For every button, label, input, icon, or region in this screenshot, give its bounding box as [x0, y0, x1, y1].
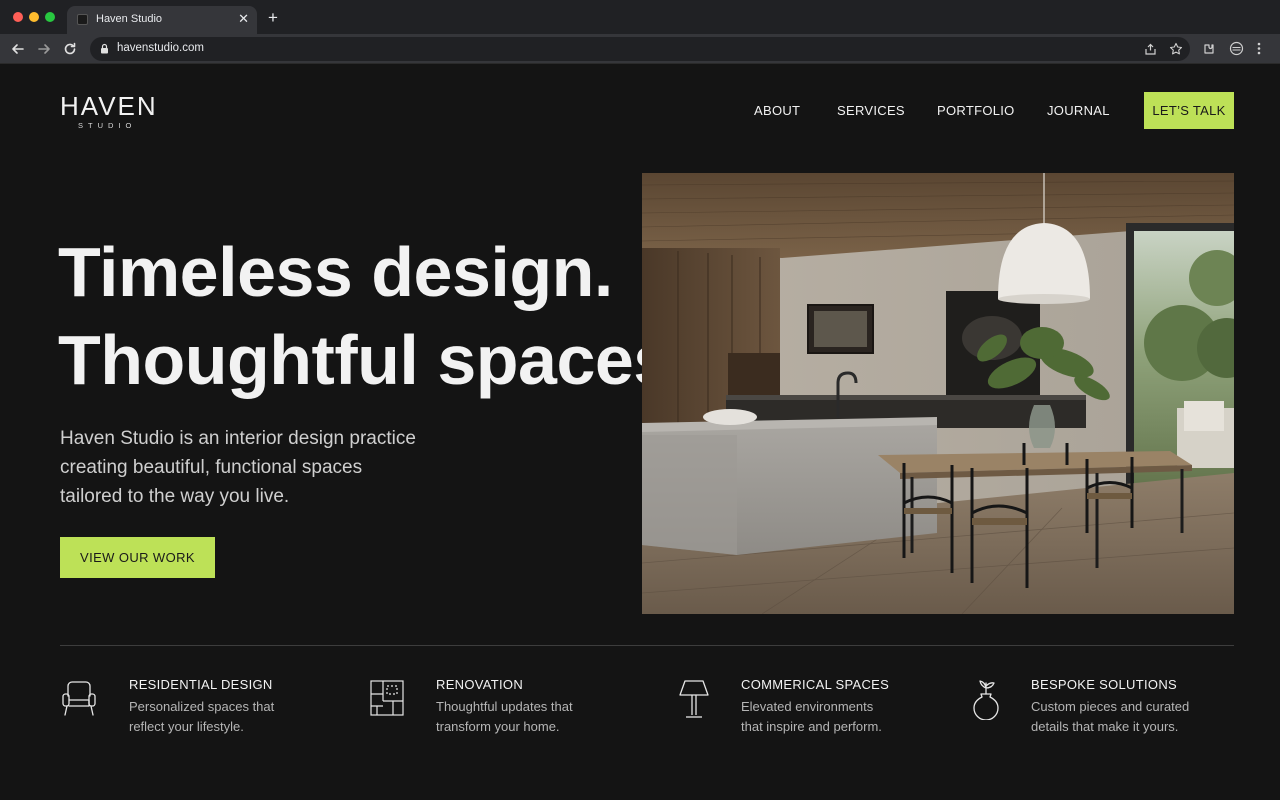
feature-title: RESIDENTIAL DESIGN: [129, 677, 273, 692]
logo-wordmark: HAVEN: [60, 91, 158, 121]
floorplan-icon: [370, 680, 404, 716]
url-text: havenstudio.com: [117, 42, 204, 54]
forward-arrow-icon[interactable]: [35, 40, 53, 58]
armchair-icon: [62, 681, 96, 716]
site-favicon-icon: [77, 14, 88, 25]
feature-desc-line: Custom pieces and curated: [1031, 699, 1190, 714]
back-arrow-icon[interactable]: [9, 40, 27, 58]
nav-services[interactable]: SERVICES: [837, 103, 905, 119]
feature-description: Personalized spaces that reflect your li…: [129, 697, 339, 737]
intro-line: creating beautiful, functional spaces: [60, 457, 363, 478]
profile-icon[interactable]: [1229, 41, 1244, 56]
hero-headline-line-2: Thoughtful spaces.: [58, 321, 691, 399]
feature-desc-line: Thoughtful updates that: [436, 699, 573, 714]
lets-talk-button[interactable]: LET’S TALK: [1144, 92, 1234, 129]
nav-portfolio[interactable]: PORTFOLIO: [937, 103, 1015, 119]
interior-illustration: [642, 173, 1234, 614]
hero-intro: Haven Studio is an interior design pract…: [60, 424, 440, 511]
feature-description: Thoughtful updates that transform your h…: [436, 697, 646, 737]
feature-desc-line: reflect your lifestyle.: [129, 719, 244, 734]
browser-tab[interactable]: Haven Studio ✕: [67, 6, 257, 34]
minimize-window-button[interactable]: [29, 12, 39, 22]
hero-interior-photo: [642, 173, 1234, 614]
hero-headline-line-1: Timeless design.: [58, 233, 613, 311]
lock-icon: [101, 43, 108, 54]
address-bar[interactable]: havenstudio.com: [90, 37, 1190, 61]
intro-line: Haven Studio is an interior design pract…: [60, 428, 416, 449]
tab-title: Haven Studio: [96, 13, 163, 25]
new-tab-button[interactable]: +: [268, 8, 278, 28]
extensions-icon[interactable]: [1202, 42, 1216, 56]
feature-desc-line: details that make it yours.: [1031, 719, 1179, 734]
reload-icon[interactable]: [61, 40, 79, 58]
logo-subtitle: STUDIO: [78, 121, 137, 130]
feature-title: BESPOKE SOLUTIONS: [1031, 677, 1177, 692]
bookmark-star-icon[interactable]: [1169, 42, 1183, 56]
share-icon[interactable]: [1144, 43, 1157, 56]
feature-desc-line: transform your home.: [436, 719, 560, 734]
browser-toolbar: havenstudio.com: [0, 34, 1280, 64]
section-divider: [60, 645, 1234, 646]
feature-desc-line: Elevated environments: [741, 699, 874, 714]
feature-title: COMMERICAL SPACES: [741, 677, 890, 692]
tab-close-icon[interactable]: ✕: [238, 11, 249, 27]
nav-about[interactable]: ABOUT: [754, 103, 800, 119]
feature-description: Elevated environments that inspire and p…: [741, 697, 951, 737]
feature-title: RENOVATION: [436, 677, 524, 692]
intro-line: tailored to the way you live.: [60, 486, 290, 507]
nav-journal[interactable]: JOURNAL: [1047, 103, 1110, 119]
view-our-work-button[interactable]: VIEW OUR WORK: [60, 537, 215, 578]
feature-desc-line: Personalized spaces that: [129, 699, 275, 714]
browser-tab-strip: Haven Studio ✕ +: [0, 0, 1280, 34]
menu-kebab-icon[interactable]: [1256, 41, 1262, 56]
feature-description: Custom pieces and curated details that m…: [1031, 697, 1241, 737]
close-window-button[interactable]: [13, 12, 23, 22]
vase-icon: [973, 680, 999, 720]
lamp-icon: [679, 680, 709, 718]
feature-desc-line: that inspire and perform.: [741, 719, 882, 734]
maximize-window-button[interactable]: [45, 12, 55, 22]
